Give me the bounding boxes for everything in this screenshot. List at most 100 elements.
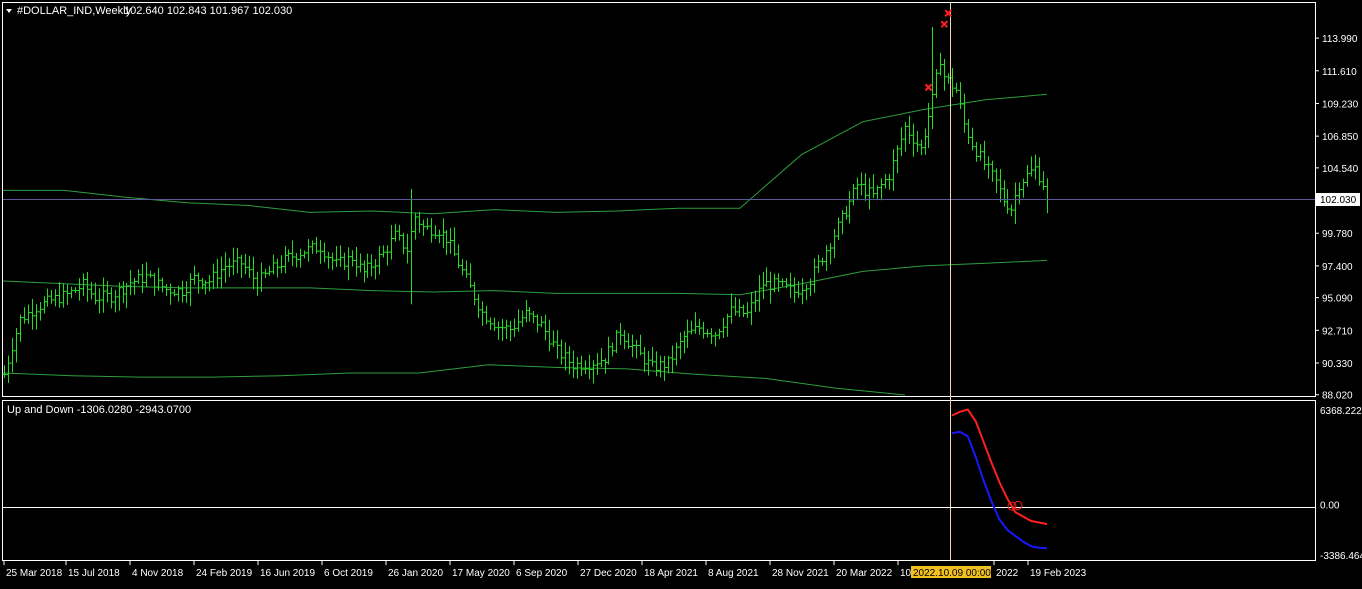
ohlc-bar xyxy=(1037,157,1042,186)
ohlc-bar xyxy=(875,185,880,201)
ohlc-bar xyxy=(1009,204,1014,217)
ohlc-bar xyxy=(38,302,43,321)
ohlc-bar xyxy=(496,321,501,340)
ohlc-bar xyxy=(211,263,216,290)
ohlc-bar xyxy=(919,139,924,156)
ohlc-bar xyxy=(1025,164,1030,187)
ohlc-bar xyxy=(646,350,651,376)
ohlc-bar xyxy=(61,283,66,308)
price-tick-label: 106.850 xyxy=(1322,132,1359,143)
ohlc-bar xyxy=(500,318,505,341)
ohlc-bar xyxy=(721,317,726,338)
ohlc-bar xyxy=(97,288,102,314)
ohlc-bar xyxy=(472,282,477,306)
ohlc-bar xyxy=(559,339,564,365)
ohlc-bar xyxy=(164,284,169,296)
ohlc-bar xyxy=(279,255,284,274)
price-axis[interactable]: 113.990 111.610 109.230 106.850 104.540 99.78… xyxy=(1315,34,1359,402)
ohlc-bar xyxy=(235,247,240,274)
ohlc-bar xyxy=(160,277,165,293)
ohlc-bar xyxy=(358,253,363,273)
ohlc-bar xyxy=(524,299,529,323)
ohlc-bar xyxy=(780,278,785,287)
ohlc-bar xyxy=(275,258,280,278)
dropdown-triangle-icon[interactable] xyxy=(6,9,12,13)
ohlc-bar xyxy=(152,272,157,296)
ohlc-bar xyxy=(970,127,975,151)
ohlc-bar xyxy=(915,130,920,153)
ohlc-bar xyxy=(330,252,335,270)
ohlc-bar xyxy=(1045,178,1050,214)
ohlc-bar xyxy=(369,254,374,277)
time-tick-label: 4 Nov 2018 xyxy=(132,568,184,579)
ohlc-bar xyxy=(520,310,525,327)
ohlc-bar xyxy=(346,247,351,281)
ohlc-bar xyxy=(535,314,540,333)
ohlc-bar xyxy=(255,271,260,296)
ohlc-bar xyxy=(452,227,457,257)
x-marker-icon xyxy=(924,83,933,92)
ohlc-bar xyxy=(219,256,224,289)
ohlc-bar xyxy=(267,265,272,276)
ohlc-bar xyxy=(464,260,469,278)
ohlc-bar xyxy=(571,350,576,379)
symbol-title: #DOLLAR_IND,Weekly xyxy=(17,5,132,17)
time-axis[interactable]: 25 Mar 2018 15 Jul 2018 4 Nov 2018 24 Feb 2… xyxy=(3,561,1087,579)
ohlc-bar xyxy=(994,168,999,193)
ohlc-bar xyxy=(879,178,884,201)
ohlc-bar xyxy=(326,252,331,269)
ohlc-bar xyxy=(555,330,560,359)
ohlc-bar xyxy=(610,342,615,357)
symbol-header: #DOLLAR_IND,Weekly 102.640 102.843 101.9… xyxy=(6,5,292,17)
ohlc-bar xyxy=(34,304,39,330)
ohlc-bar xyxy=(49,290,54,304)
ohlc-bar xyxy=(583,360,588,375)
time-tick-label: 8 Aug 2021 xyxy=(708,568,759,579)
ohlc-bar xyxy=(172,288,177,297)
ohlc-bar xyxy=(847,191,852,224)
ohlc-bar xyxy=(958,82,963,110)
ohlc-bar xyxy=(429,218,434,243)
ohlc-bar xyxy=(105,281,110,303)
ohlc-bar xyxy=(42,296,47,314)
ohlc-bar xyxy=(283,245,288,274)
indicator-axis-label: 6368.2229 xyxy=(1320,406,1362,417)
ohlc-bar xyxy=(670,345,675,374)
ohlc-bar xyxy=(144,262,149,288)
ohlc-bar xyxy=(978,144,983,161)
ohlc-bar xyxy=(381,245,386,258)
price-tick-label: 109.230 xyxy=(1322,99,1359,110)
price-tick-label: 97.400 xyxy=(1322,262,1353,273)
ohlc-bar xyxy=(314,236,319,254)
ohlc-bar xyxy=(891,149,896,191)
ohlc-bar xyxy=(705,329,710,338)
ohlc-bar xyxy=(354,247,359,277)
ohlc-bar xyxy=(377,245,382,275)
time-tick-label: 17 May 2020 xyxy=(452,568,510,579)
ohlc-bar xyxy=(998,169,1003,203)
ohlc-bar xyxy=(168,283,173,305)
ohlc-bar xyxy=(591,360,596,384)
ohlc-bar xyxy=(310,240,315,254)
ohlc-bar xyxy=(413,212,418,240)
ohlc-bar xyxy=(867,177,872,210)
price-tick-label: 99.780 xyxy=(1322,229,1353,240)
ohlc-bar xyxy=(840,210,845,235)
ohlc-bar xyxy=(484,305,489,325)
mt4-chart-window[interactable]: #DOLLAR_IND,Weekly 102.640 102.843 101.9… xyxy=(0,0,1362,584)
ohlc-bar xyxy=(689,320,694,335)
ohlc-bar xyxy=(650,347,655,367)
time-tick-label: 25 Mar 2018 xyxy=(6,568,63,579)
ohlc-bar xyxy=(768,271,773,304)
time-tick-label: 18 Apr 2021 xyxy=(644,568,698,579)
ohlc-bar xyxy=(547,319,552,352)
ohlc-bar xyxy=(203,280,208,295)
chart-canvas[interactable]: #DOLLAR_IND,Weekly 102.640 102.843 101.9… xyxy=(0,0,1362,584)
ohlc-bar xyxy=(626,333,631,349)
ohlc-bar xyxy=(539,316,544,328)
ohlc-bar xyxy=(808,278,813,297)
ohlc-bar xyxy=(1021,178,1026,198)
price-bars xyxy=(2,26,1050,384)
ohlc-bar xyxy=(65,284,70,305)
ohlc-bar xyxy=(871,174,876,199)
